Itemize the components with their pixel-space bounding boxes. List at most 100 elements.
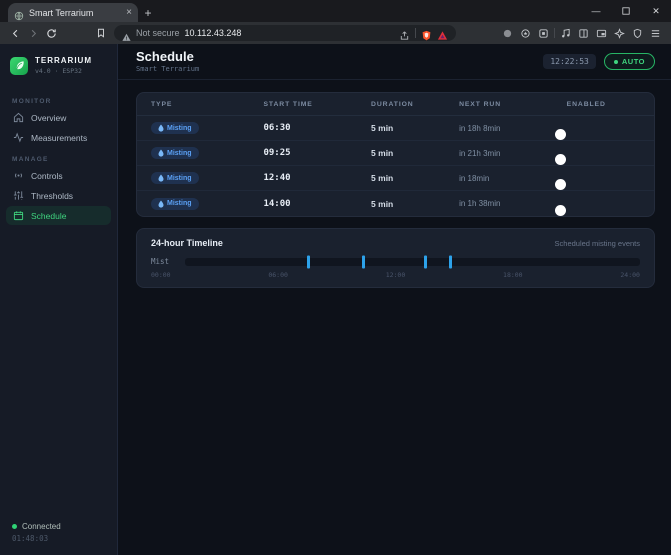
sidebar-item-controls[interactable]: Controls [6,166,111,185]
browser-tab[interactable]: Smart Terrarium × [8,3,138,22]
auto-label: AUTO [621,57,645,66]
security-label: Not secure [136,28,180,38]
toolbar-extensions [500,25,665,41]
status-dot-icon [12,524,17,529]
axis-label: 06:00 [268,271,288,279]
axis-label: 12:00 [385,271,406,279]
menu-icon[interactable] [648,25,663,41]
table-row: Misting 09:25 5 min in 21h 3min [137,141,654,166]
misting-event-tick [448,255,452,268]
picture-in-picture-icon[interactable] [594,25,609,41]
page-title: Schedule [136,49,194,64]
media-icon[interactable] [558,25,573,41]
duration: 5 min [371,148,394,158]
tab-close-icon[interactable]: × [126,7,132,18]
close-button[interactable]: ✕ [641,0,671,22]
duration: 5 min [371,173,394,183]
axis-label: 24:00 [620,271,640,279]
start-time: 14:00 [263,198,291,209]
col-next-run: Next Run [459,100,502,108]
minimize-button[interactable]: — [581,0,611,22]
sidebar-footer: Connected 01:48:03 [0,512,117,555]
auto-dot-icon [613,59,618,64]
activity-icon [13,132,24,143]
sliders-icon [13,190,24,201]
timeline-track [185,255,640,268]
type-badge: Misting [151,122,199,134]
main-area: Schedule Smart Terrarium 12:22:53 AUTO T… [118,44,671,555]
tab-title: Smart Terrarium [29,7,94,18]
section-label: MONITOR [12,98,52,105]
col-enabled: Enabled [566,100,606,108]
bookmark-icon[interactable] [92,24,110,42]
browser-toolbar: Not secure 10.112.43.248 [0,22,671,44]
header-right: 12:22:53 AUTO [543,53,655,70]
shield-status-icon[interactable] [630,25,645,41]
sidebar-item-measurements[interactable]: Measurements [6,128,111,147]
extension-badge-icon[interactable] [518,25,533,41]
back-icon[interactable] [6,24,24,42]
axis-label: 18:00 [503,271,523,279]
auto-mode-badge[interactable]: AUTO [603,53,655,70]
connection-status: Connected [12,522,105,531]
toggle-knob [554,154,566,165]
tab-strip: Smart Terrarium × + — ✕ [0,0,671,22]
misting-event-tick [423,255,427,268]
url-text: 10.112.43.248 [184,28,242,38]
maximize-button[interactable] [611,0,641,22]
leaf-logo-icon [10,56,28,75]
extension-box-icon[interactable] [536,25,551,41]
timeline-subtitle: Scheduled misting events [554,239,640,248]
reading-mode-icon[interactable] [576,25,591,41]
clock: 12:22:53 [543,54,596,69]
divider [415,28,416,38]
start-time: 12:40 [263,173,291,183]
timeline-header: 24-hour Timeline Scheduled misting event… [151,238,640,248]
toggle-knob [554,179,566,190]
brand: TERRARIUM v4.0 · ESP32 [0,44,117,85]
section-label: MANAGE [12,156,49,163]
forward-icon[interactable] [24,24,42,42]
rewards-icon[interactable] [612,25,627,41]
timeline-row-label: Mist [151,257,170,266]
droplet-icon [158,200,164,208]
new-tab-button[interactable]: + [138,3,158,22]
sidebar-item-thresholds[interactable]: Thresholds [6,186,111,205]
radio-icon [13,170,24,181]
page-header: Schedule Smart Terrarium 12:22:53 AUTO [118,44,671,80]
home-icon [13,112,24,123]
table-body: Misting 06:30 5 min in 18h 8min Misting … [137,116,654,216]
page-title-block: Schedule Smart Terrarium [136,50,199,73]
misting-event-tick [362,255,366,268]
toggle-knob [554,129,566,140]
toggle-knob [554,204,566,216]
next-run: in 18min [459,173,490,183]
calendar-icon [13,210,24,221]
table-row: Misting 14:00 5 min in 1h 38min [137,191,654,216]
sidebar-item-schedule[interactable]: Schedule [6,206,111,225]
type-badge: Misting [151,147,199,159]
address-bar[interactable]: Not secure 10.112.43.248 [114,25,456,41]
next-run: in 1h 38min [459,199,501,208]
share-icon[interactable] [399,28,410,40]
extension-triangle-icon[interactable] [437,28,448,40]
app-name: TERRARIUM [35,56,92,65]
not-secure-warning-icon [122,29,131,41]
reload-icon[interactable] [42,24,60,42]
tab-favicon-icon [14,8,24,20]
start-time: 09:25 [263,148,291,158]
col-start-time: Start Time [263,100,313,108]
timeline-axis: 00:00 06:00 12:00 18:00 24:00 [151,271,640,279]
start-time: 06:30 [263,123,291,133]
next-run: in 18h 8min [459,123,501,133]
sidebar-item-overview[interactable]: Overview [6,108,111,127]
type-badge: Misting [151,197,199,210]
browser-window: Smart Terrarium × + — ✕ Not secure 10.11… [0,0,671,555]
brave-shield-icon[interactable] [421,28,432,40]
profile-icon[interactable] [500,25,515,41]
droplet-icon [158,149,164,157]
axis-label: 00:00 [151,271,171,279]
type-badge: Misting [151,172,199,184]
table-header: Type Start Time Duration Next Run Enable… [137,93,654,116]
misting-event-tick [306,255,310,268]
